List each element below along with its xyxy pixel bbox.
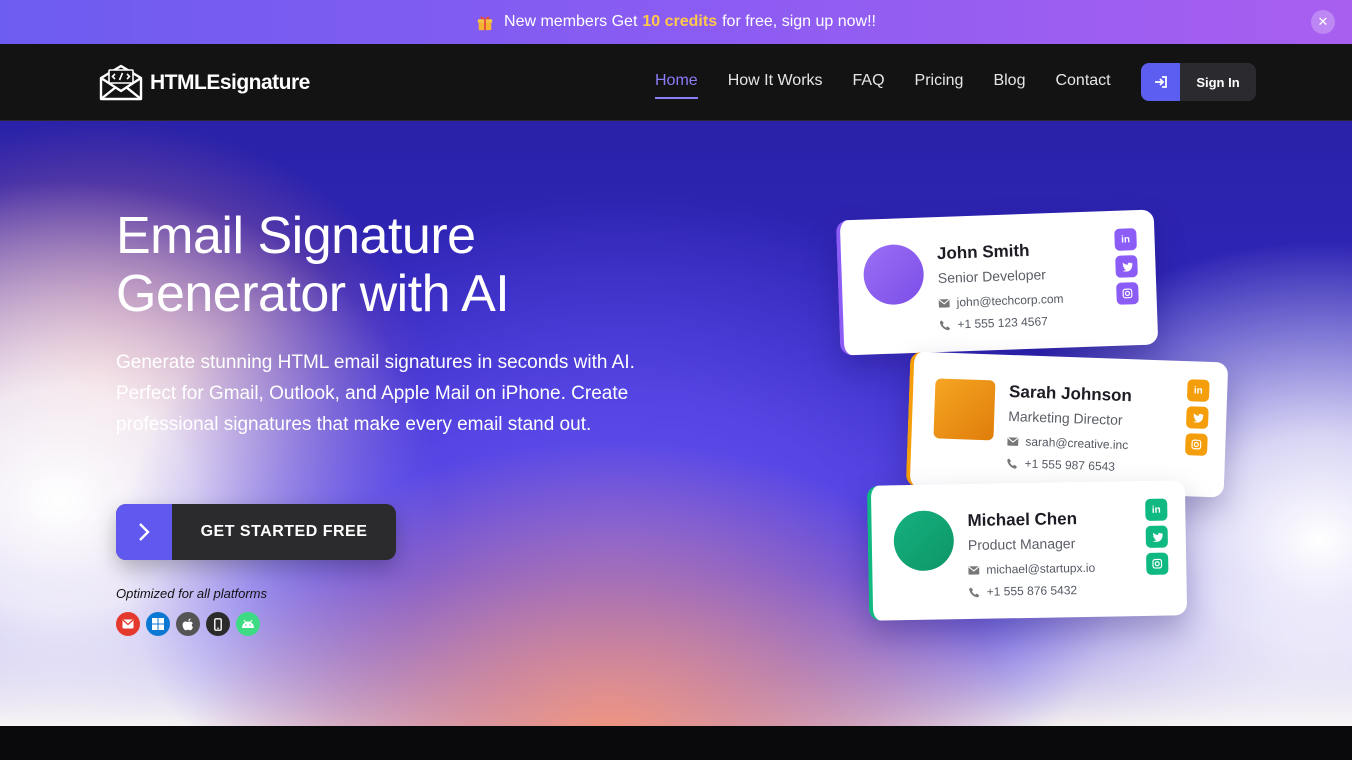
card-phone: +1 555 987 6543 — [1006, 456, 1115, 474]
close-icon: ✕ — [1317, 14, 1329, 29]
get-started-button[interactable]: GET STARTED FREE — [116, 504, 396, 560]
card-email-text: michael@startupx.io — [986, 560, 1096, 577]
nav-blog[interactable]: Blog — [993, 72, 1025, 90]
nav-contact[interactable]: Contact — [1055, 72, 1110, 90]
windows-icon — [146, 612, 170, 636]
sign-in-label: Sign In — [1196, 74, 1240, 90]
promo-banner: New members Get 10 credits for free, sig… — [0, 0, 1352, 44]
gmail-icon — [116, 612, 140, 636]
hero-title: Email Signature Generator with AI — [116, 207, 676, 323]
next-section — [0, 726, 1352, 760]
brand-name-rest: signature — [219, 71, 311, 94]
instagram-icon[interactable] — [1116, 282, 1139, 305]
twitter-icon[interactable] — [1185, 406, 1209, 429]
card-phone: +1 555 876 5432 — [969, 583, 1078, 599]
nav-how-it-works[interactable]: How It Works — [728, 72, 823, 90]
nav-home[interactable]: Home — [655, 72, 698, 99]
instagram-icon[interactable] — [1146, 552, 1169, 575]
sign-in-icon — [1141, 63, 1180, 101]
promo-highlight: 10 credits — [642, 13, 718, 30]
phone-icon — [939, 319, 951, 330]
promo-text-after: for free, sign up now!! — [722, 13, 876, 30]
phone-icon — [969, 586, 980, 597]
email-icon — [968, 565, 980, 575]
card-phone-text: +1 555 987 6543 — [1024, 456, 1116, 474]
email-icon — [938, 298, 950, 308]
avatar — [893, 510, 955, 572]
linkedin-icon[interactable]: in — [1186, 379, 1210, 402]
card-phone: +1 555 123 4567 — [939, 314, 1048, 332]
nav-pricing[interactable]: Pricing — [915, 72, 964, 90]
nav-faq[interactable]: FAQ — [853, 72, 885, 90]
twitter-icon[interactable] — [1115, 255, 1138, 278]
card-phone-text: +1 555 876 5432 — [986, 583, 1078, 599]
card-name: John Smith — [936, 240, 1030, 264]
card-role: Marketing Director — [1007, 407, 1123, 428]
site-logo[interactable]: HTMLEsignature — [97, 64, 310, 102]
signature-card-john: John Smith Senior Developer john@techcor… — [835, 209, 1159, 356]
optimized-label: Optimized for all platforms — [116, 586, 267, 601]
card-name: Sarah Johnson — [1008, 381, 1133, 406]
brand-name: HTMLEsignature — [150, 71, 310, 95]
navbar: HTMLEsignature Home How It Works FAQ Pri… — [0, 44, 1352, 121]
social-links: in — [1145, 498, 1169, 575]
hero-title-line2: Generator with AI — [116, 265, 510, 323]
mobile-icon — [206, 612, 230, 636]
card-role: Senior Developer — [937, 266, 1047, 287]
avatar — [862, 243, 925, 306]
apple-icon — [176, 612, 200, 636]
card-role: Product Manager — [967, 535, 1076, 554]
nav-links: Home How It Works FAQ Pricing Blog Conta… — [655, 72, 1111, 99]
linkedin-icon[interactable]: in — [1114, 228, 1137, 251]
promo-text-before: New members Get — [504, 13, 638, 30]
card-email: michael@startupx.io — [968, 561, 1095, 577]
hero-description: Generate stunning HTML email signatures … — [116, 352, 635, 435]
sign-in-button[interactable]: Sign In — [1141, 63, 1256, 101]
social-links: in — [1185, 379, 1210, 456]
linkedin-icon[interactable]: in — [1145, 498, 1168, 521]
android-icon — [236, 612, 260, 636]
card-email-text: john@techcorp.com — [956, 291, 1064, 310]
hero-section: Email Signature Generator with AI Genera… — [0, 121, 1352, 726]
card-email: john@techcorp.com — [938, 291, 1064, 310]
envelope-code-icon — [99, 64, 143, 101]
card-phone-text: +1 555 123 4567 — [957, 314, 1049, 332]
card-name: Michael Chen — [967, 509, 1078, 531]
card-email: sarah@creative.inc — [1007, 434, 1128, 452]
signature-card-sarah: Sarah Johnson Marketing Director sarah@c… — [905, 351, 1229, 498]
signature-card-michael: Michael Chen Product Manager michael@sta… — [866, 480, 1188, 621]
twitter-icon[interactable] — [1145, 525, 1168, 548]
chevron-right-icon — [116, 504, 172, 560]
gift-icon — [477, 16, 493, 31]
platform-icons — [116, 612, 260, 636]
card-email-text: sarah@creative.inc — [1025, 434, 1129, 453]
social-links: in — [1114, 228, 1139, 305]
close-banner-button[interactable]: ✕ — [1311, 10, 1335, 34]
avatar — [933, 378, 996, 441]
brand-name-bold: HTMLE — [150, 71, 220, 94]
hero-title-line1: Email Signature — [116, 207, 476, 265]
phone-icon — [1007, 457, 1018, 469]
get-started-label: GET STARTED FREE — [200, 523, 368, 540]
email-icon — [1007, 436, 1019, 446]
instagram-icon[interactable] — [1185, 433, 1208, 456]
